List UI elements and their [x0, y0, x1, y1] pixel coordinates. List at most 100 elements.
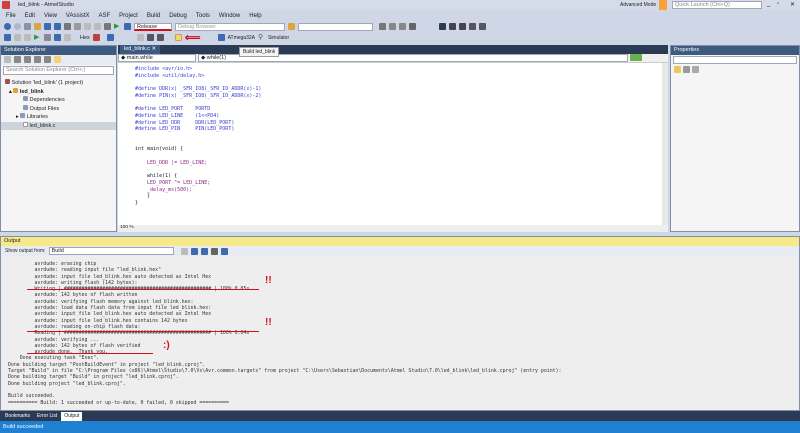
tree-item-project[interactable]: ▴ led_blink	[1, 87, 116, 97]
uncomment-icon[interactable]	[479, 23, 486, 30]
windows-icon[interactable]	[106, 34, 114, 41]
menu-file[interactable]: File	[6, 13, 16, 19]
memory-icon[interactable]	[146, 34, 154, 41]
prev-message-icon[interactable]	[190, 247, 198, 255]
debug-icon[interactable]	[4, 34, 11, 41]
home-icon[interactable]	[14, 56, 21, 63]
sync-icon[interactable]	[24, 56, 31, 63]
window-icon[interactable]	[409, 23, 416, 30]
output-text[interactable]: avrdude: erasing chip avrdude: reading i…	[5, 261, 562, 406]
comment-icon[interactable]	[469, 23, 476, 30]
code-line[interactable]: _delay_ms(500);	[135, 187, 261, 194]
tree-item-libraries[interactable]: ▸ Libraries	[1, 113, 116, 122]
save-icon[interactable]	[44, 23, 51, 30]
properties-icon[interactable]	[379, 23, 386, 30]
new-project-icon[interactable]	[24, 23, 31, 30]
minimize-button[interactable]: _	[767, 1, 770, 7]
search-target-icon[interactable]	[288, 23, 295, 30]
bookmark-icon[interactable]	[439, 23, 446, 30]
code-line[interactable]: #define LED_DDR DDR(LED_PORT)	[135, 120, 261, 127]
hex-label[interactable]: Hex	[80, 35, 90, 41]
device-icon[interactable]	[217, 34, 225, 41]
categorized-icon[interactable]	[674, 66, 681, 73]
tree-item-led-blink-c[interactable]: led_blink.c	[1, 121, 116, 130]
pin-icon[interactable]	[54, 56, 61, 63]
tree-item-dependencies[interactable]: Dependencies	[1, 96, 116, 105]
build-icon[interactable]	[174, 34, 182, 41]
back-icon[interactable]	[4, 56, 11, 63]
code-line[interactable]: #define PIN(x) _SFR_IO8(_SFR_IO_ADDR(x)-…	[135, 93, 261, 100]
start-without-debug-icon[interactable]	[124, 23, 131, 30]
maximize-button[interactable]: ▫	[777, 1, 779, 7]
code-line[interactable]: #define LED_PORT PORTD	[135, 106, 261, 113]
code-line[interactable]: #include <util/delay.h>	[135, 73, 261, 80]
stop-icon[interactable]	[24, 34, 31, 41]
find-combo[interactable]	[298, 22, 373, 31]
code-line[interactable]: #include <avr/io.h>	[135, 66, 261, 73]
word-wrap-icon[interactable]	[220, 247, 228, 255]
code-line[interactable]: #define DDR(x) _SFR_IO8(_SFR_IO_ADDR(x)-…	[135, 86, 261, 93]
clear-all-icon[interactable]	[210, 247, 218, 255]
code-line[interactable]	[135, 140, 261, 147]
step-into-icon[interactable]	[44, 34, 51, 41]
code-line[interactable]: LED_PORT ^= LED_LINE;	[135, 180, 261, 187]
debug-browser-select[interactable]: Debug Browser	[175, 22, 285, 31]
menu-build[interactable]: Build	[147, 13, 160, 19]
device-label[interactable]: ATmega32A	[228, 35, 255, 41]
advanced-mode-label[interactable]: Advanced Mode	[620, 2, 656, 8]
pause-icon[interactable]	[14, 34, 21, 41]
alphabetical-icon[interactable]	[683, 66, 690, 73]
next-message-icon[interactable]	[200, 247, 208, 255]
open-icon[interactable]	[34, 23, 41, 30]
tab-bookmarks[interactable]: Bookmarks	[2, 412, 33, 421]
prev-bookmark-icon[interactable]	[449, 23, 456, 30]
copy-icon[interactable]	[74, 23, 81, 30]
close-button[interactable]: ✕	[790, 1, 795, 8]
code-line[interactable]	[135, 167, 261, 174]
tab-error-list[interactable]: Error List	[34, 412, 60, 421]
code-line[interactable]: while(1) {	[135, 173, 261, 180]
save-all-icon[interactable]	[54, 23, 61, 30]
code-line[interactable]: }	[135, 200, 261, 207]
start-icon[interactable]: ▶	[114, 23, 121, 30]
code-line[interactable]: }	[135, 193, 261, 200]
menu-help[interactable]: Help	[249, 13, 261, 19]
settings-icon[interactable]	[399, 23, 406, 30]
continue-icon[interactable]: ▶	[34, 34, 41, 41]
editor-tab[interactable]: led_blink.c ✕	[120, 45, 161, 54]
tree-item-solution[interactable]: Solution 'led_blink' (1 project)	[1, 79, 116, 88]
hex-toggle-icon[interactable]	[92, 34, 100, 41]
menu-tools[interactable]: Tools	[196, 13, 210, 19]
wrench-icon[interactable]	[692, 66, 699, 73]
code-line[interactable]: LED_DDR |= LED_LINE;	[135, 160, 261, 167]
code-line[interactable]: #define LED_PIN PIN(LED_PORT)	[135, 126, 261, 133]
quick-launch-input[interactable]: Quick Launch (Ctrl+Q)	[672, 1, 762, 9]
tool-icon[interactable]: ⚲	[258, 34, 265, 41]
menu-vassistx[interactable]: VAssistX	[66, 13, 90, 19]
step-out-icon[interactable]	[64, 34, 71, 41]
code-line[interactable]: int main(void) {	[135, 146, 261, 153]
properties-object-select[interactable]	[673, 56, 797, 64]
tab-output[interactable]: Output	[61, 412, 83, 421]
configuration-select[interactable]: Release	[134, 22, 172, 31]
scope-dropdown[interactable]: ◆ main.while	[118, 54, 196, 62]
vertical-scrollbar[interactable]	[662, 63, 668, 225]
redo-icon[interactable]	[94, 23, 101, 30]
code-line[interactable]: #define LED_LINE (1<<PD4)	[135, 113, 261, 120]
tool-label[interactable]: Simulator	[268, 35, 289, 41]
find-icon[interactable]	[104, 23, 111, 30]
layout-icon[interactable]	[136, 34, 144, 41]
step-over-icon[interactable]	[54, 34, 61, 41]
zoom-level[interactable]: 100 %	[118, 225, 668, 232]
io-view-icon[interactable]	[156, 34, 164, 41]
menu-view[interactable]: View	[44, 13, 57, 19]
menu-edit[interactable]: Edit	[25, 13, 35, 19]
undo-icon[interactable]	[84, 23, 91, 30]
back-icon[interactable]	[4, 23, 11, 30]
wrench-icon[interactable]	[389, 23, 396, 30]
tree-item-output-files[interactable]: Output Files	[1, 104, 116, 114]
find-message-icon[interactable]	[180, 247, 188, 255]
cut-icon[interactable]	[64, 23, 71, 30]
code-editor[interactable]: ◆ main.while ◆ while(1) #include <avr/io…	[118, 54, 668, 232]
code-text[interactable]: #include <avr/io.h> #include <util/delay.…	[135, 66, 261, 207]
